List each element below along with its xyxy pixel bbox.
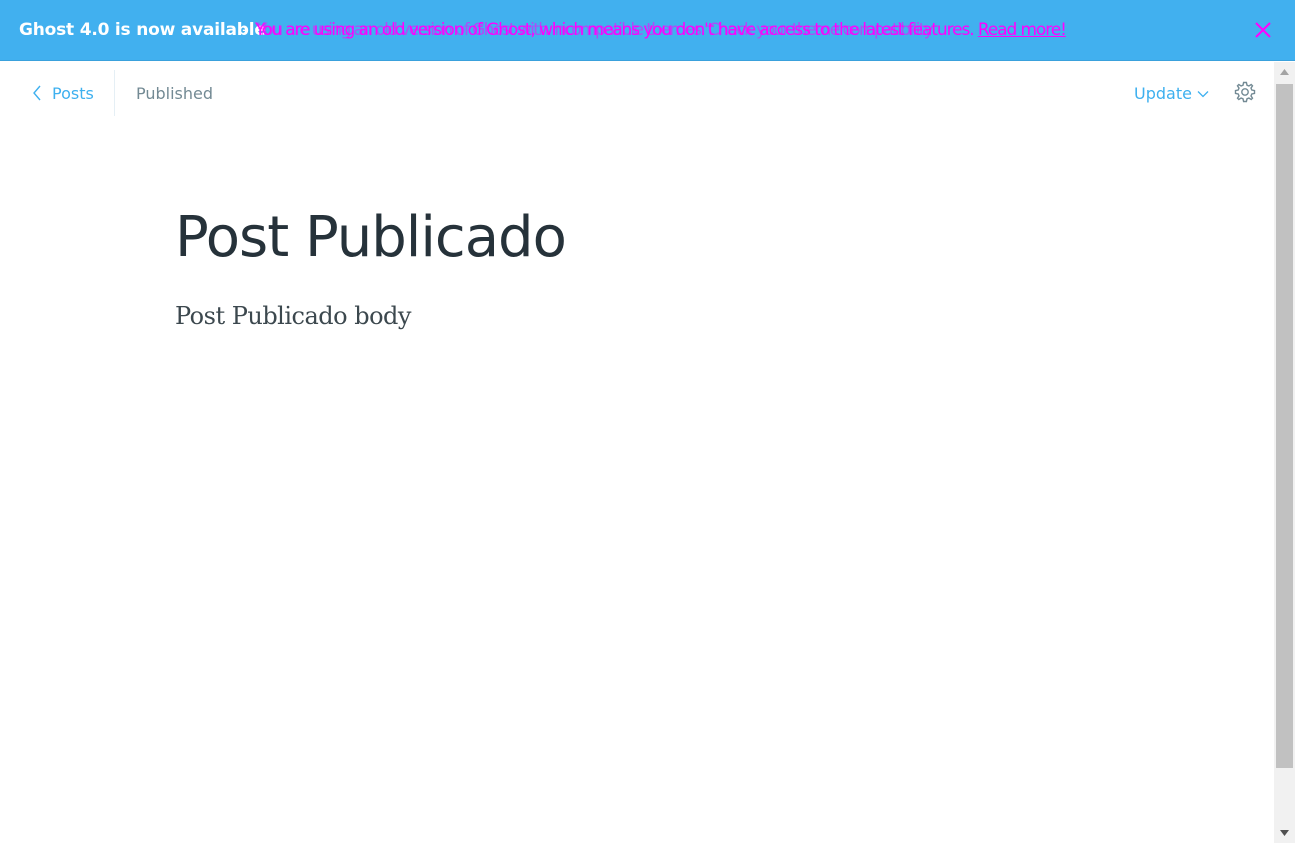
back-link-label: Posts — [52, 83, 94, 103]
editor-header: Posts Published Update — [0, 62, 1272, 116]
chevron-left-icon — [33, 85, 41, 101]
close-icon — [1255, 22, 1271, 38]
upgrade-notification-banner: Ghost 4.0 is now available - You are usi… — [0, 0, 1295, 61]
scroll-up-arrow[interactable] — [1274, 62, 1295, 82]
read-more-link[interactable]: Read more! — [978, 20, 1067, 40]
banner-separator: - — [242, 20, 249, 40]
banner-title: Ghost 4.0 is now available — [19, 20, 266, 40]
post-status: Published — [136, 84, 214, 103]
post-settings-button[interactable] — [1233, 80, 1257, 104]
back-to-posts-link[interactable]: Posts — [32, 82, 94, 104]
header-divider — [114, 70, 115, 116]
close-banner-button[interactable] — [1253, 20, 1273, 40]
vertical-scrollbar[interactable] — [1274, 62, 1295, 843]
update-button[interactable]: Update — [1134, 84, 1209, 103]
update-button-label: Update — [1134, 84, 1192, 103]
post-body-editor[interactable]: Post Publicado body — [175, 302, 411, 330]
scroll-down-arrow[interactable] — [1274, 823, 1295, 843]
banner-overlay-text: You are using an old version of Ghost wi… — [257, 20, 934, 40]
triangle-up-icon — [1280, 69, 1289, 75]
scrollbar-thumb[interactable] — [1276, 84, 1293, 768]
triangle-down-icon — [1280, 830, 1289, 836]
chevron-down-icon — [1197, 90, 1209, 97]
banner-message: You are using an old version of Ghost, w… — [255, 20, 1115, 40]
post-title[interactable]: Post Publicado — [175, 205, 567, 270]
gear-icon — [1234, 81, 1256, 103]
